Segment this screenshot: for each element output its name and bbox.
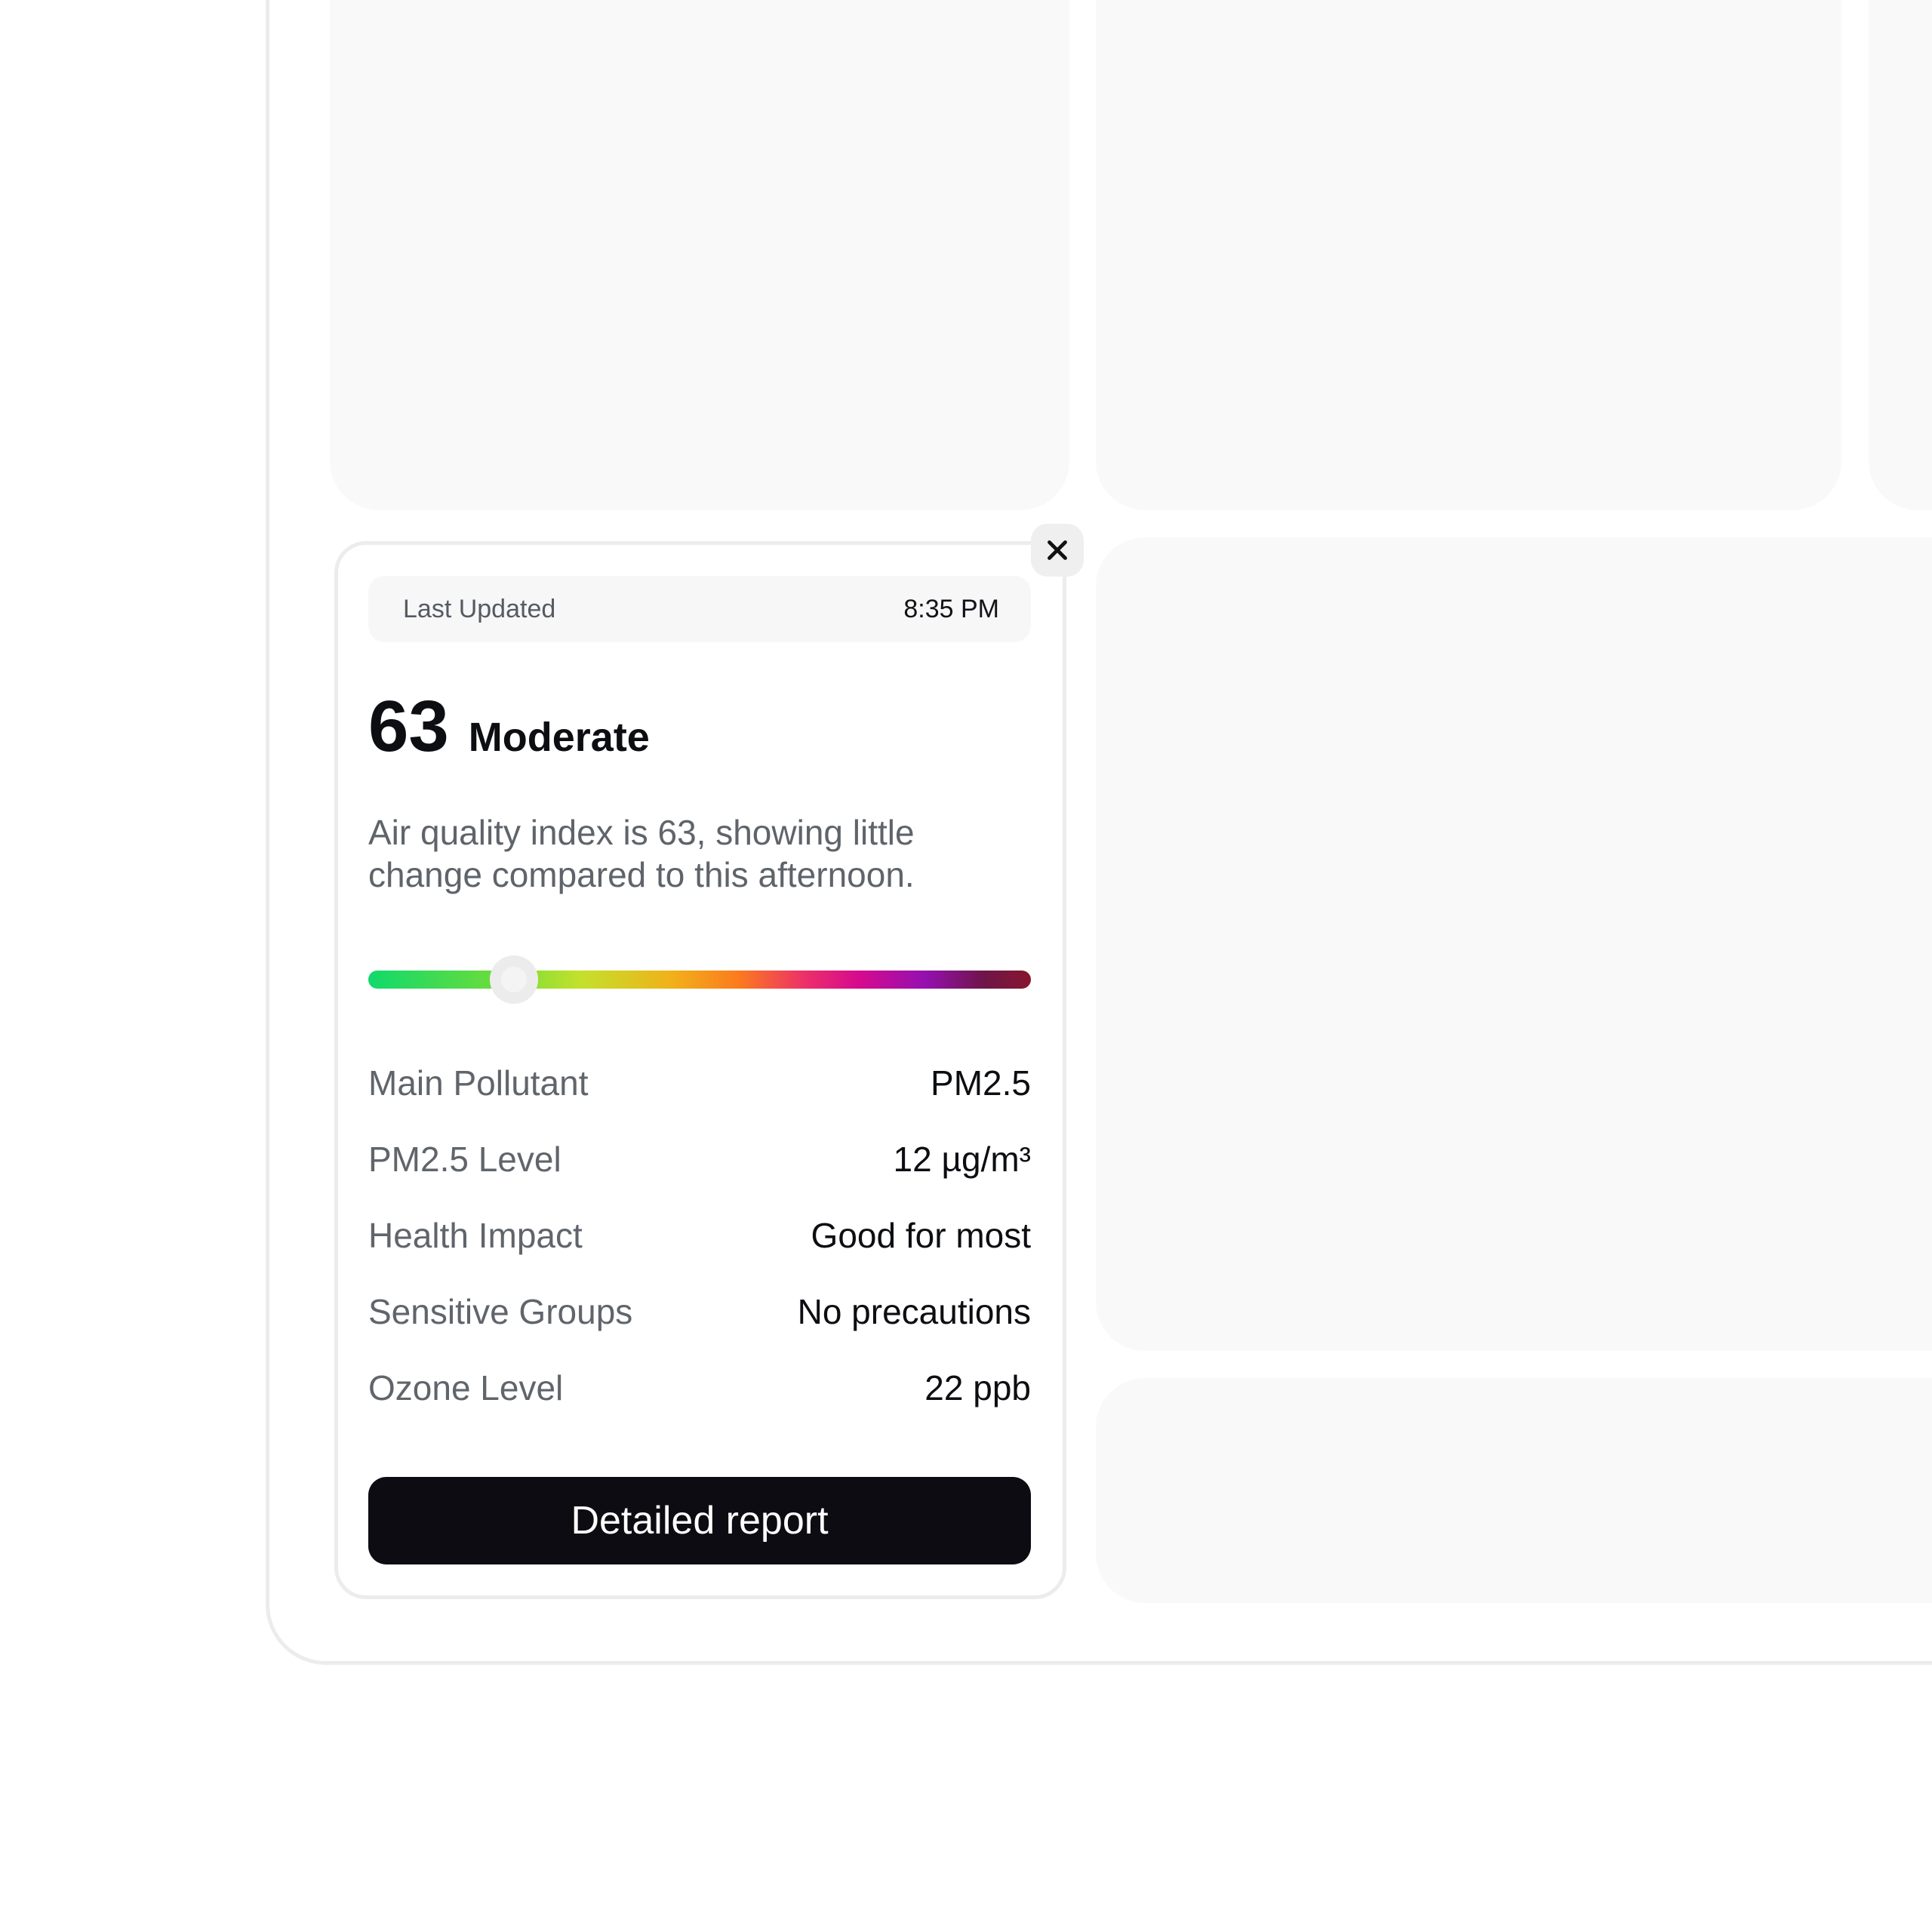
- aqi-scale-bar: [368, 955, 1031, 1004]
- aqi-category: Moderate: [468, 715, 650, 760]
- close-icon: [1048, 540, 1067, 560]
- placeholder-tile: [330, 0, 1069, 510]
- stat-value: No precautions: [797, 1292, 1031, 1331]
- dashboard-stage: Last Updated 8:35 PM 63 Moderate Air qua…: [0, 0, 1932, 1932]
- stat-label: PM2.5 Level: [368, 1140, 561, 1179]
- stat-label: Sensitive Groups: [368, 1292, 633, 1331]
- placeholder-tile: [1096, 537, 1932, 1351]
- aqi-value: 63: [368, 686, 449, 767]
- last-updated-time: 8:35 PM: [903, 594, 999, 623]
- stat-row-pm25-level: PM2.5 Level 12 µg/m³: [368, 1133, 1031, 1209]
- stat-value: PM2.5: [931, 1063, 1031, 1103]
- stat-row-main-pollutant: Main Pollutant PM2.5: [368, 1057, 1031, 1133]
- stat-row-health-impact: Health Impact Good for most: [368, 1209, 1031, 1285]
- stat-value: Good for most: [811, 1216, 1031, 1255]
- aqi-summary: Air quality index is 63, showing little …: [368, 813, 915, 894]
- detailed-report-button[interactable]: Detailed report: [368, 1477, 1031, 1564]
- placeholder-tile: [1096, 1378, 1932, 1603]
- close-button[interactable]: [1031, 524, 1084, 577]
- pollutant-stats-list: Main Pollutant PM2.5 PM2.5 Level 12 µg/m…: [368, 1057, 1031, 1438]
- last-updated-label: Last Updated: [403, 594, 556, 623]
- stat-label: Health Impact: [368, 1216, 583, 1255]
- stat-label: Main Pollutant: [368, 1063, 589, 1103]
- stat-row-ozone-level: Ozone Level 22 ppb: [368, 1361, 1031, 1438]
- aqi-headline: 63 Moderate: [368, 691, 650, 781]
- aqi-scale-indicator: [490, 955, 539, 1004]
- last-updated-bar: Last Updated 8:35 PM: [368, 576, 1031, 642]
- placeholder-tile: [1869, 0, 1932, 510]
- stat-row-sensitive-groups: Sensitive Groups No precautions: [368, 1285, 1031, 1361]
- stat-value: 22 ppb: [924, 1368, 1031, 1407]
- placeholder-tile: [1096, 0, 1841, 510]
- stat-label: Ozone Level: [368, 1368, 564, 1407]
- stat-value: 12 µg/m³: [893, 1140, 1031, 1179]
